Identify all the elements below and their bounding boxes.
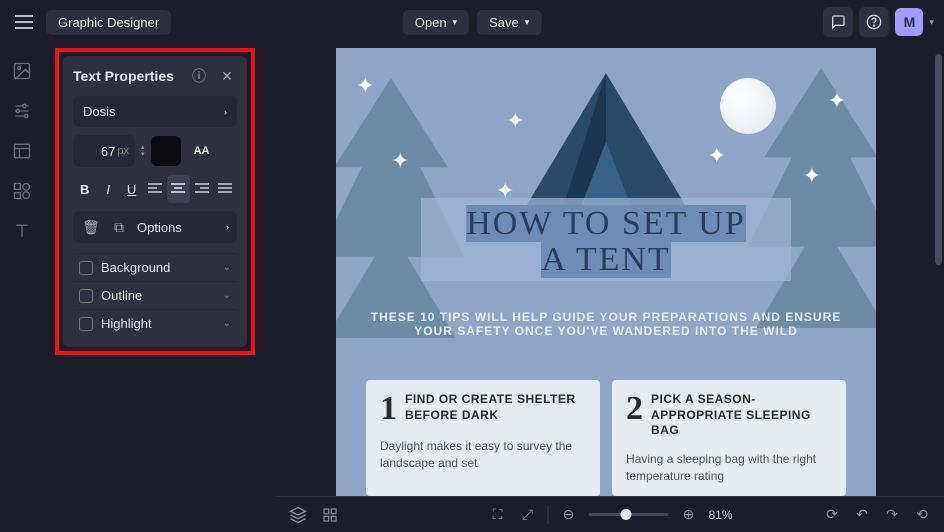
layers-icon[interactable]: [288, 505, 308, 525]
app-title-chip[interactable]: Graphic Designer: [46, 10, 171, 35]
chevron-down-icon[interactable]: ▾: [929, 17, 934, 28]
layout-tool[interactable]: [11, 140, 33, 162]
font-size-value: 67: [101, 144, 115, 159]
tip-title: FIND OR CREATE SHELTER BEFORE DARK: [405, 392, 586, 423]
image-tool[interactable]: [11, 60, 33, 82]
zoom-in-icon[interactable]: ⊕: [678, 505, 698, 525]
outline-checkbox[interactable]: [79, 289, 93, 303]
size-step-down[interactable]: ▾: [141, 151, 145, 158]
duplicate-icon[interactable]: ⧉: [109, 217, 129, 237]
background-section[interactable]: Background ⌄: [73, 253, 237, 281]
tip-number: 1: [380, 392, 397, 426]
align-center-button[interactable]: [167, 175, 190, 203]
fit-icon[interactable]: ⤢: [517, 505, 537, 525]
help-button[interactable]: [859, 7, 889, 37]
chevron-right-icon: ›: [226, 222, 229, 232]
tip-body: Having a sleeping bag with the right tem…: [626, 451, 832, 485]
highlight-section[interactable]: Highlight ⌄: [73, 309, 237, 337]
align-justify-button[interactable]: [214, 175, 237, 203]
tips-row: 1 FIND OR CREATE SHELTER BEFORE DARK Day…: [336, 368, 876, 496]
vertical-scrollbar[interactable]: [934, 52, 942, 492]
chevron-down-icon: ⌄: [223, 318, 231, 329]
left-toolbar: [0, 44, 44, 532]
info-icon[interactable]: ⓘ: [189, 66, 209, 86]
font-size-unit: px: [117, 145, 129, 157]
text-properties-panel-highlight: Text Properties ⓘ ✕ Dosis › 67px ▴ ▾ AA …: [55, 48, 255, 355]
align-right-button[interactable]: [190, 175, 213, 203]
options-button[interactable]: Options: [137, 220, 218, 235]
zoom-value[interactable]: 81%: [708, 508, 732, 522]
moon-illustration: [720, 78, 776, 134]
zoom-out-icon[interactable]: ⊖: [558, 505, 578, 525]
tip-card[interactable]: 1 FIND OR CREATE SHELTER BEFORE DARK Day…: [366, 380, 600, 496]
zoom-slider-thumb[interactable]: [620, 509, 631, 520]
text-tool[interactable]: [11, 220, 33, 242]
hamburger-menu[interactable]: [10, 8, 38, 36]
tip-number: 2: [626, 392, 643, 426]
underline-button[interactable]: U: [120, 175, 143, 203]
background-label: Background: [101, 260, 215, 275]
chevron-down-icon: ⌄: [223, 262, 231, 273]
fullscreen-icon[interactable]: ⛶: [487, 505, 507, 525]
title-line2: A TENT: [541, 241, 670, 278]
font-family-value: Dosis: [83, 104, 116, 119]
title-line1: HOW TO SET UP: [466, 205, 745, 242]
delete-icon[interactable]: 🗑: [81, 217, 101, 237]
document-hero: ✦ ✦ ✦ ✦ ✦ ✦ ✦ HOW TO SET UP A TENT THESE…: [336, 48, 876, 368]
size-step-up[interactable]: ▴: [141, 144, 145, 151]
chevron-down-icon: ▾: [525, 17, 530, 28]
text-case-label: AA: [194, 145, 210, 157]
chevron-right-icon: ›: [224, 107, 227, 117]
tip-title: PICK A SEASON-APPROPRIATE SLEEPING BAG: [651, 392, 832, 439]
outline-label: Outline: [101, 288, 215, 303]
close-icon[interactable]: ✕: [217, 66, 237, 86]
comment-button[interactable]: [823, 7, 853, 37]
open-button[interactable]: Open ▾: [403, 10, 469, 35]
adjust-tool[interactable]: [11, 100, 33, 122]
align-left-button[interactable]: [143, 175, 166, 203]
outline-section[interactable]: Outline ⌄: [73, 281, 237, 309]
document-title[interactable]: HOW TO SET UP A TENT: [431, 206, 781, 277]
zoom-slider[interactable]: [588, 513, 668, 516]
font-family-selector[interactable]: Dosis ›: [73, 96, 237, 127]
document-title-box[interactable]: HOW TO SET UP A TENT: [421, 198, 791, 281]
redo-icon[interactable]: ↷: [882, 505, 902, 525]
chevron-down-icon: ⌄: [223, 290, 231, 301]
topbar: Graphic Designer Open ▾ Save ▾ M ▾: [0, 0, 944, 44]
avatar-initial: M: [904, 14, 916, 30]
sync-icon[interactable]: ⟳: [822, 505, 842, 525]
grid-icon[interactable]: [320, 505, 340, 525]
font-size-input[interactable]: 67px: [73, 135, 135, 167]
bottombar: ⛶ ⤢ ⊖ ⊕ 81% ⟳ ↶ ↷ ⟲: [276, 496, 944, 532]
text-color-swatch[interactable]: [151, 136, 181, 166]
text-properties-panel: Text Properties ⓘ ✕ Dosis › 67px ▴ ▾ AA …: [63, 56, 247, 347]
save-label: Save: [489, 15, 519, 30]
tip-body: Daylight makes it easy to survey the lan…: [380, 438, 586, 472]
shapes-tool[interactable]: [11, 180, 33, 202]
history-icon[interactable]: ⟲: [912, 505, 932, 525]
italic-button[interactable]: I: [96, 175, 119, 203]
canvas[interactable]: ✦ ✦ ✦ ✦ ✦ ✦ ✦ HOW TO SET UP A TENT THESE…: [276, 48, 934, 496]
chevron-down-icon: ▾: [453, 17, 458, 28]
tip-card[interactable]: 2 PICK A SEASON-APPROPRIATE SLEEPING BAG…: [612, 380, 846, 496]
highlight-checkbox[interactable]: [79, 317, 93, 331]
star-icon: ✦: [803, 163, 821, 189]
app-title: Graphic Designer: [58, 15, 159, 30]
user-avatar[interactable]: M: [895, 8, 923, 36]
scrollbar-thumb[interactable]: [935, 54, 942, 265]
separator: [547, 506, 548, 524]
open-label: Open: [415, 15, 447, 30]
panel-title: Text Properties: [73, 68, 181, 84]
star-icon: ✦: [828, 88, 846, 114]
undo-icon[interactable]: ↶: [852, 505, 872, 525]
star-icon: ✦: [356, 73, 374, 99]
document[interactable]: ✦ ✦ ✦ ✦ ✦ ✦ ✦ HOW TO SET UP A TENT THESE…: [336, 48, 876, 496]
bold-button[interactable]: B: [73, 175, 96, 203]
highlight-label: Highlight: [101, 316, 215, 331]
text-case-button[interactable]: AA: [187, 136, 217, 166]
save-button[interactable]: Save ▾: [477, 10, 541, 35]
document-subtitle[interactable]: THESE 10 TIPS WILL HELP GUIDE YOUR PREPA…: [336, 310, 876, 348]
background-checkbox[interactable]: [79, 261, 93, 275]
star-icon: ✦: [391, 148, 409, 174]
